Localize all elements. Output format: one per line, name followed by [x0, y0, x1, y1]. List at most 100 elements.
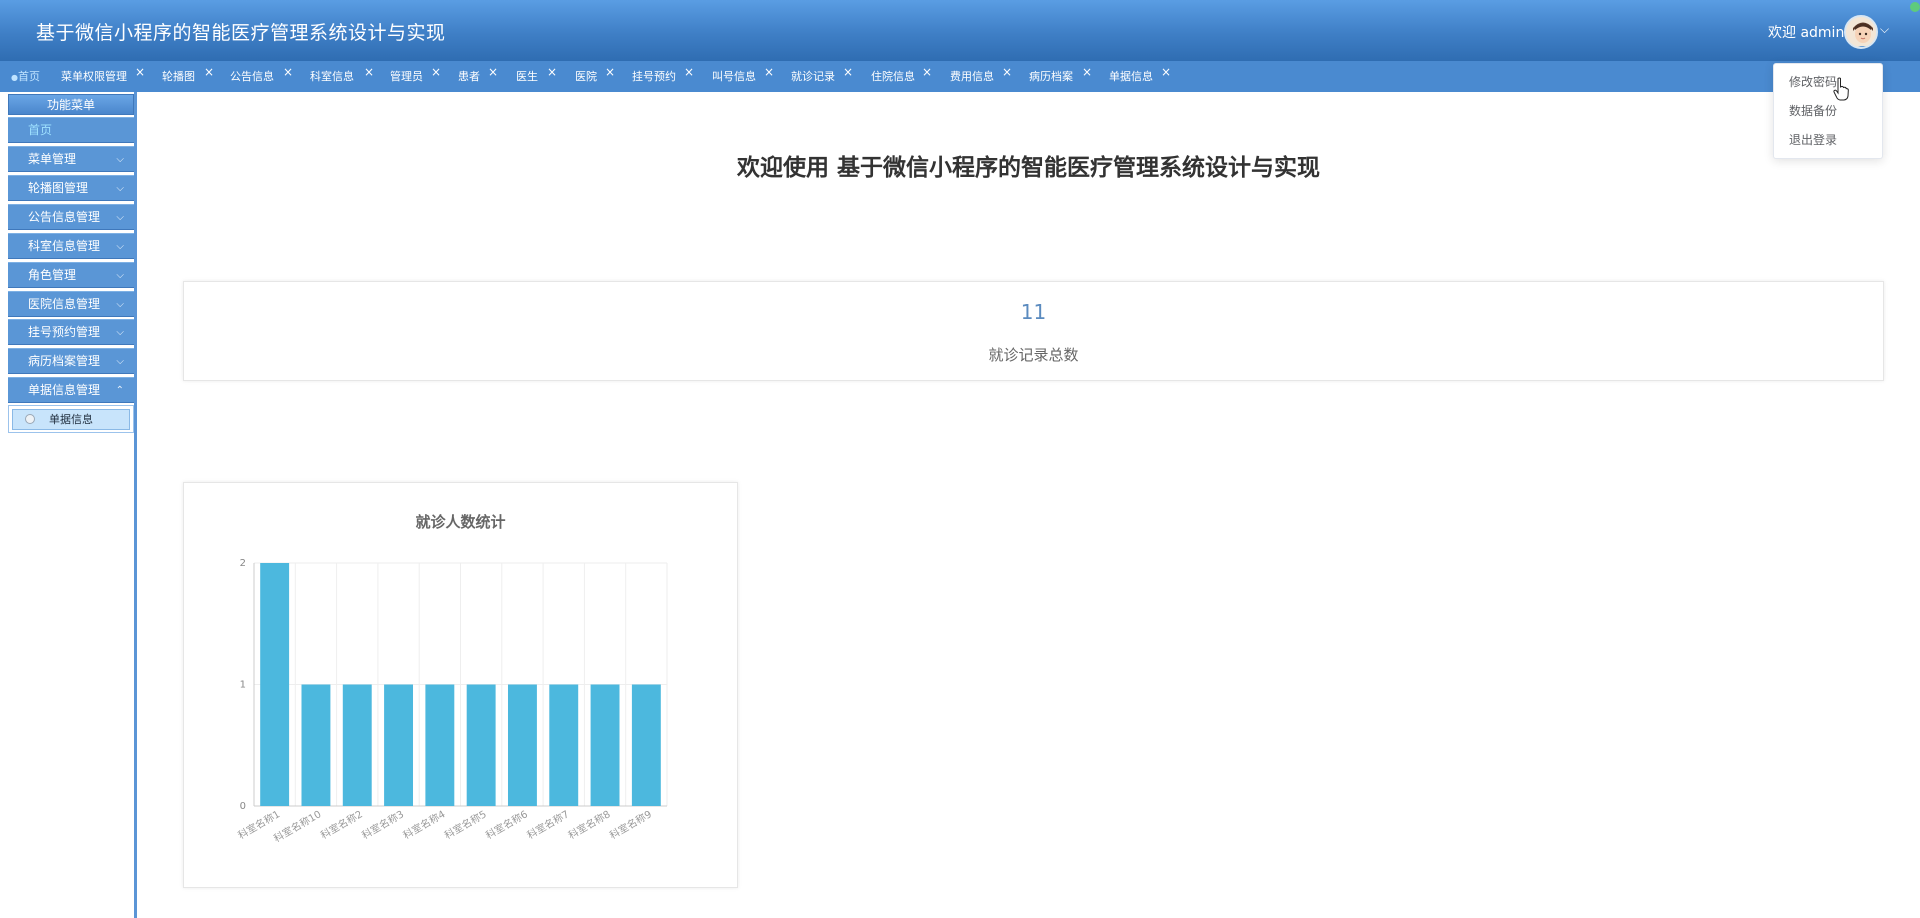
chevron-down-icon: ⌵ — [116, 270, 124, 281]
tab-visit-record[interactable]: 就诊记录 — [791, 61, 835, 92]
sidebar-item-label: 首页 — [28, 123, 53, 137]
x-tick-label: 科室名称4 — [401, 807, 448, 841]
sidebar-item-registration[interactable]: 挂号预约管理 ⌵ — [8, 319, 134, 345]
close-icon[interactable]: × — [843, 65, 853, 79]
bar-chart: 012科室名称1科室名称10科室名称2科室名称3科室名称4科室名称5科室名称6科… — [235, 558, 668, 845]
chevron-down-icon[interactable]: ⌵ — [1880, 22, 1889, 37]
tab-label: 叫号信息 — [712, 70, 756, 83]
x-tick-label: 科室名称2 — [318, 807, 365, 841]
tab-label: 费用信息 — [950, 70, 994, 83]
tab-label: 首页 — [17, 70, 40, 83]
close-icon[interactable]: × — [684, 65, 694, 79]
sidebar-item-label: 医院信息管理 — [28, 297, 101, 311]
tab-hospital[interactable]: 医院 — [575, 61, 597, 92]
x-tick-label: 科室名称3 — [359, 807, 406, 841]
sidebar-subitem-documents[interactable]: 单据信息 — [12, 409, 130, 430]
tab-admin[interactable]: 管理员 — [390, 61, 423, 92]
y-tick-label: 2 — [240, 558, 246, 569]
tab-label: 病历档案 — [1029, 70, 1073, 83]
page-title: 欢迎使用 基于微信小程序的智能医疗管理系统设计与实现 — [736, 155, 1320, 181]
chevron-down-icon: ⌵ — [116, 299, 124, 310]
tab-label: 挂号预约 — [632, 70, 676, 83]
tab-label: 患者 — [458, 70, 480, 83]
sidebar-item-label: 科室信息管理 — [28, 239, 101, 253]
sidebar-item-carousel[interactable]: 轮播图管理 ⌵ — [8, 175, 134, 201]
close-icon[interactable]: × — [1082, 65, 1092, 79]
bar — [466, 684, 496, 806]
sidebar-item-label: 角色管理 — [28, 268, 77, 282]
bar — [342, 684, 372, 806]
tab-documents[interactable]: 单据信息 — [1109, 61, 1153, 92]
tab-label: 医院 — [575, 70, 597, 83]
tab-label: 单据信息 — [1109, 70, 1153, 83]
sidebar-item-medical-record[interactable]: 病历档案管理 ⌵ — [8, 348, 134, 374]
bar — [507, 684, 537, 806]
user-dropdown-menu: 修改密码 数据备份 退出登录 — [1773, 63, 1883, 159]
sidebar-divider — [134, 92, 137, 918]
close-icon[interactable]: × — [605, 65, 615, 79]
tab-registration[interactable]: 挂号预约 — [632, 61, 676, 92]
sidebar-item-hospital[interactable]: 医院信息管理 ⌵ — [8, 291, 134, 317]
y-tick-label: 1 — [240, 680, 246, 691]
sidebar-item-menu[interactable]: 菜单管理 ⌵ — [8, 146, 134, 172]
chevron-up-icon: ⌃ — [115, 385, 124, 396]
status-dot-icon — [1910, 2, 1920, 12]
top-header: 基于微信小程序的智能医疗管理系统设计与实现 欢迎 admin ⌵ — [0, 0, 1920, 61]
sidebar-item-label: 轮播图管理 — [28, 181, 89, 195]
tab-label: 就诊记录 — [791, 70, 835, 83]
close-icon[interactable]: × — [764, 65, 774, 79]
welcome-user-text[interactable]: 欢迎 admin — [1768, 22, 1844, 42]
sidebar-item-documents[interactable]: 单据信息管理 ⌃ — [8, 377, 134, 403]
close-icon[interactable]: × — [1161, 65, 1171, 79]
hand-cursor-icon — [1833, 77, 1849, 101]
tab-medical-record[interactable]: 病历档案 — [1029, 61, 1073, 92]
sidebar-subitem-label: 单据信息 — [49, 413, 93, 426]
sidebar-submenu: 单据信息 — [8, 405, 134, 433]
close-icon[interactable]: × — [204, 65, 214, 79]
sidebar-item-home[interactable]: 首页 — [8, 117, 134, 143]
tab-home[interactable]: ●首页 — [11, 61, 40, 92]
tab-label: 住院信息 — [871, 70, 915, 83]
tab-label: 公告信息 — [230, 70, 274, 83]
sidebar-item-label: 单据信息管理 — [28, 383, 101, 397]
tab-label: 轮播图 — [162, 70, 195, 83]
tab-department[interactable]: 科室信息 — [310, 61, 354, 92]
chevron-down-icon: ⌵ — [116, 327, 124, 338]
data-backup-item[interactable]: 数据备份 — [1789, 102, 1837, 119]
chevron-down-icon: ⌵ — [116, 241, 124, 252]
close-icon[interactable]: × — [488, 65, 498, 79]
tab-label: 管理员 — [390, 70, 423, 83]
change-password-item[interactable]: 修改密码 — [1789, 73, 1837, 90]
close-icon[interactable]: × — [1002, 65, 1012, 79]
tab-carousel[interactable]: 轮播图 — [162, 61, 195, 92]
chevron-down-icon: ⌵ — [116, 356, 124, 367]
x-tick-label: 科室名称7 — [525, 807, 572, 841]
user-avatar-icon[interactable] — [1844, 15, 1878, 49]
logout-item[interactable]: 退出登录 — [1789, 131, 1837, 148]
bar — [260, 563, 290, 806]
tab-patient[interactable]: 患者 — [458, 61, 480, 92]
bullet-icon — [25, 414, 35, 424]
x-tick-label: 科室名称5 — [442, 807, 489, 841]
tab-label: 科室信息 — [310, 70, 354, 83]
close-icon[interactable]: × — [431, 65, 441, 79]
tab-doctor[interactable]: 医生 — [516, 61, 538, 92]
close-icon[interactable]: × — [364, 65, 374, 79]
close-icon[interactable]: × — [922, 65, 932, 79]
tab-notice[interactable]: 公告信息 — [230, 61, 274, 92]
tab-queue[interactable]: 叫号信息 — [712, 61, 756, 92]
tab-hospitalization[interactable]: 住院信息 — [871, 61, 915, 92]
sidebar-item-notice[interactable]: 公告信息管理 ⌵ — [8, 204, 134, 230]
sidebar-item-role[interactable]: 角色管理 ⌵ — [8, 262, 134, 288]
tab-fees[interactable]: 费用信息 — [950, 61, 994, 92]
sidebar-item-department[interactable]: 科室信息管理 ⌵ — [8, 233, 134, 259]
tab-menu-permission[interactable]: 菜单权限管理 — [61, 61, 127, 92]
close-icon[interactable]: × — [283, 65, 293, 79]
active-dot-icon: ● — [11, 73, 18, 82]
close-icon[interactable]: × — [135, 65, 145, 79]
tab-bar: ●首页 菜单权限管理 × 轮播图 × 公告信息 × 科室信息 × 管理员 × 患… — [0, 61, 1920, 92]
chevron-down-icon: ⌵ — [116, 154, 124, 165]
sidebar-item-label: 公告信息管理 — [28, 210, 101, 224]
sidebar-left-edge — [0, 92, 8, 918]
close-icon[interactable]: × — [547, 65, 557, 79]
